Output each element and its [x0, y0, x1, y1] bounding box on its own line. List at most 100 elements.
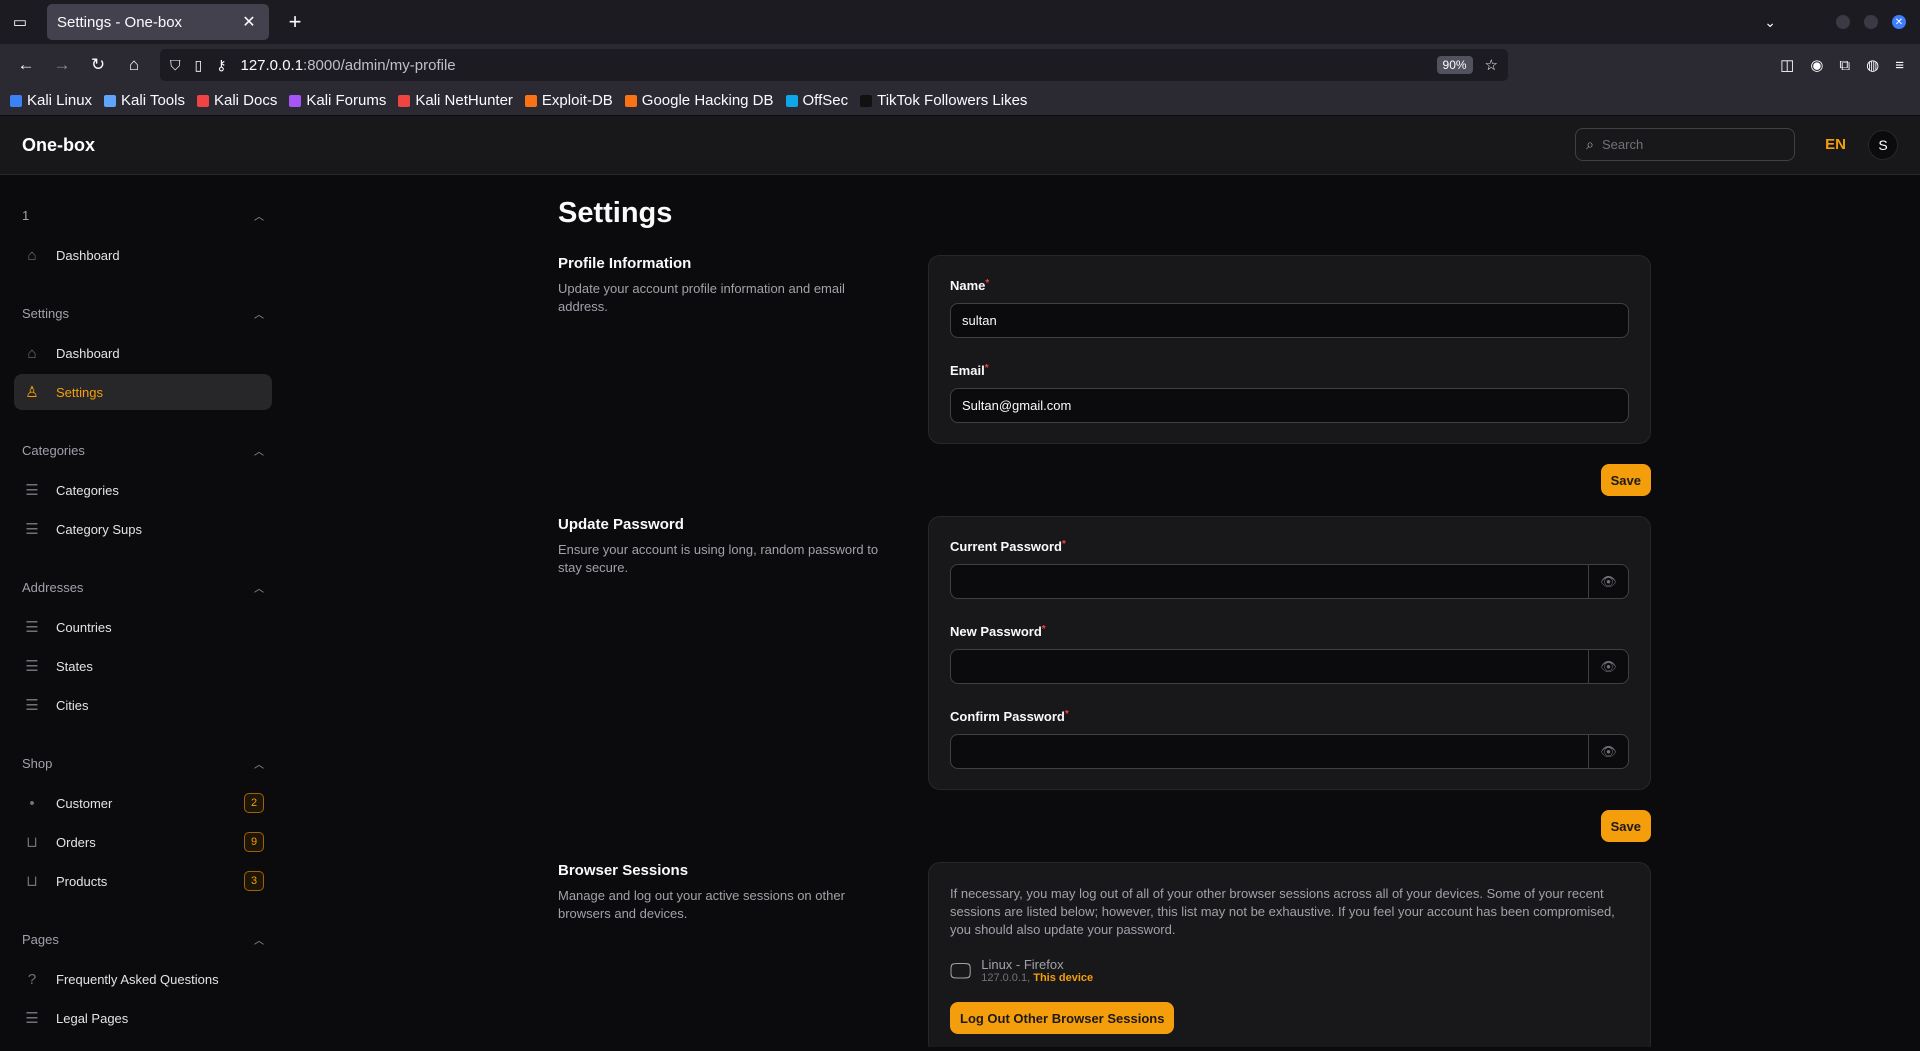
save-password-button[interactable]: Save [1600, 810, 1651, 842]
logout-sessions-button[interactable]: Log Out Other Browser Sessions [950, 1002, 1175, 1034]
sidebar-item-label: States [56, 658, 93, 674]
chevron-up-icon[interactable]: ︿ [254, 580, 264, 595]
url-path: :8000/admin/my-profile [303, 56, 456, 74]
reload-icon[interactable]: ↻ [80, 49, 116, 81]
menu-icon[interactable]: ≡ [1895, 57, 1904, 74]
sidebar-group-title: Addresses [22, 579, 84, 595]
bookmark-star-icon[interactable]: ☆ [1485, 56, 1498, 74]
sidebar-item-products[interactable]: ⊔ Products 3 [14, 863, 272, 899]
bookmark-item[interactable]: Exploit-DB [524, 92, 613, 109]
sidebar-group-title: Categories [22, 442, 85, 458]
tab-overflow-chevron-icon[interactable]: ⌄ [1764, 14, 1776, 31]
pocket-icon[interactable]: ◫ [1780, 56, 1794, 74]
bookmark-item[interactable]: Kali Linux [10, 92, 92, 109]
name-field[interactable]: sultan [950, 303, 1629, 338]
bookmark-label: OffSec [802, 92, 849, 109]
chevron-up-icon[interactable]: ︿ [254, 306, 264, 321]
bookmarks-bar: Kali Linux Kali Tools Kali Docs Kali Forums… [0, 86, 1920, 116]
sidebar-item-settings[interactable]: ♙ Settings [14, 374, 272, 410]
new-tab-button[interactable]: + [277, 4, 313, 40]
extensions-icon[interactable]: ⧉ [1839, 57, 1850, 74]
language-switcher[interactable]: EN [1825, 136, 1846, 153]
sidebar-group-title: Shop [22, 755, 53, 771]
home-icon[interactable]: ⌂ [116, 49, 152, 81]
browser-tab[interactable]: Settings - One-box ✕ [47, 4, 269, 40]
brand-logo[interactable]: One-box [22, 135, 95, 156]
sidebar-item-states[interactable]: ☰ States [14, 648, 272, 684]
bookmark-favicon-icon [860, 94, 873, 107]
current-password-field: 👁 [950, 564, 1629, 599]
confirm-password-label: Confirm Password [950, 709, 1065, 724]
layers-icon: ☰ [25, 482, 39, 499]
maximize-button[interactable] [1864, 15, 1878, 29]
tab-list-icon[interactable]: ▭ [0, 0, 40, 44]
eye-icon[interactable]: 👁 [1588, 565, 1628, 598]
chevron-up-icon[interactable]: ︿ [254, 932, 264, 947]
email-field[interactable]: Sultan@gmail.com [950, 388, 1629, 423]
sidebar-item-frequently-asked-questions[interactable]: ? Frequently Asked Questions [14, 961, 272, 997]
search-input[interactable]: ⌕ Search [1575, 128, 1796, 161]
url-bar[interactable]: ⛉ ▯ ⚷ 127.0.0.1:8000/admin/my-profile 90… [160, 49, 1508, 81]
chevron-up-icon[interactable]: ︿ [254, 208, 264, 223]
bookmark-item[interactable]: Kali Docs [196, 92, 277, 109]
sidebar-group-header[interactable]: Settings ︿ [14, 303, 272, 323]
section-description: Manage and log out your active sessions … [558, 888, 845, 921]
layers-icon: ☰ [25, 1010, 39, 1027]
eye-icon[interactable]: 👁 [1588, 650, 1628, 683]
globe-icon[interactable]: ◍ [1866, 56, 1879, 74]
password-section: Update Password Ensure your account is u… [558, 516, 1920, 790]
current-password-input[interactable] [951, 565, 1588, 598]
sidebar-item-category-sups[interactable]: ☰ Category Sups [14, 511, 272, 547]
bookmark-label: Google Hacking DB [641, 92, 774, 109]
sidebar-group-header[interactable]: Shop ︿ [14, 753, 272, 773]
window-close-button[interactable]: ✕ [1892, 15, 1906, 29]
chevron-up-icon[interactable]: ︿ [254, 443, 264, 458]
key-icon[interactable]: ⚷ [216, 57, 226, 74]
bookmark-item[interactable]: Kali Forums [289, 92, 386, 109]
sidebar-group-header[interactable]: Pages ︿ [14, 929, 272, 949]
zoom-level[interactable]: 90% [1436, 56, 1473, 74]
sidebar-item-cities[interactable]: ☰ Cities [14, 687, 272, 723]
back-icon[interactable]: ← [8, 49, 44, 81]
sidebar-item-label: Orders [56, 834, 96, 850]
forward-icon[interactable]: → [44, 49, 80, 81]
avatar[interactable]: S [1868, 129, 1898, 160]
chevron-up-icon[interactable]: ︿ [254, 756, 264, 771]
account-icon[interactable]: ◉ [1810, 56, 1823, 74]
sidebar-group-header[interactable]: 1 ︿ [14, 205, 272, 225]
bag-icon: ⊔ [26, 834, 38, 851]
section-heading: Profile Information [558, 255, 692, 272]
sidebar-item-legal-pages[interactable]: ☰ Legal Pages [14, 1000, 272, 1036]
bookmark-item[interactable]: Google Hacking DB [624, 92, 774, 109]
sidebar-item-dashboard[interactable]: ⌂ Dashboard [14, 335, 272, 371]
confirm-password-input[interactable] [951, 735, 1588, 768]
bag-icon: ⊔ [26, 873, 38, 890]
sidebar-group-header[interactable]: Addresses ︿ [14, 577, 272, 597]
eye-icon[interactable]: 👁 [1588, 735, 1628, 768]
close-tab-icon[interactable]: ✕ [239, 12, 259, 32]
sidebar-item-categories[interactable]: ☰ Categories [14, 472, 272, 508]
sidebar-group: Addresses ︿ ☰ Countries ☰ States ☰ Cities [14, 577, 272, 723]
bookmark-item[interactable]: TikTok Followers Likes [860, 92, 1027, 109]
sessions-card: If necessary, you may log out of all of … [928, 862, 1651, 1047]
layers-icon: ☰ [25, 521, 39, 538]
sidebar: 1 ︿ ⌂ Dashboard Settings ︿ ⌂ Dashboard ♙ Settings… [0, 175, 286, 1047]
minimize-button[interactable] [1836, 15, 1850, 29]
bookmark-item[interactable]: OffSec [785, 92, 849, 109]
new-password-input[interactable] [951, 650, 1588, 683]
sidebar-item-dashboard[interactable]: ⌂ Dashboard [14, 237, 272, 273]
search-icon: ⌕ [1586, 136, 1594, 152]
save-profile-button[interactable]: Save [1600, 464, 1651, 496]
sidebar-group-title: Settings [22, 305, 69, 321]
bookmark-item[interactable]: Kali NetHunter [398, 92, 513, 109]
sidebar-item-orders[interactable]: ⊔ Orders 9 [14, 824, 272, 860]
bookmark-favicon-icon [289, 94, 302, 107]
sidebar-item-customer[interactable]: • Customer 2 [14, 785, 272, 821]
shield-icon[interactable]: ⛉ [170, 57, 181, 74]
sidebar-group: Categories ︿ ☰ Categories ☰ Category Sups [14, 440, 272, 547]
sidebar-group-header[interactable]: Categories ︿ [14, 440, 272, 460]
sidebar-item-countries[interactable]: ☰ Countries [14, 609, 272, 645]
sidebar-group-title: Pages [22, 931, 59, 947]
sidebar-item-label: Cities [56, 697, 89, 713]
bookmark-item[interactable]: Kali Tools [104, 92, 185, 109]
